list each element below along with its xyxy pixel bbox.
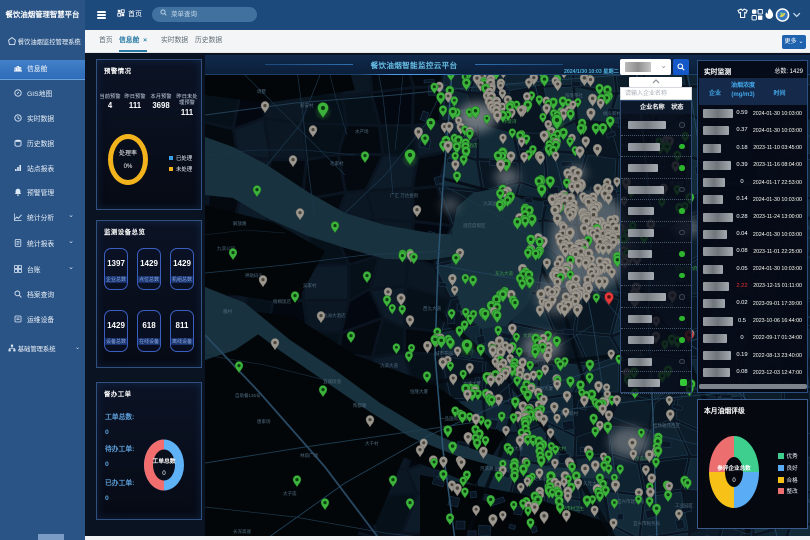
svg-text:西氿大道: 西氿大道 bbox=[423, 305, 441, 312]
svg-text:吴家村: 吴家村 bbox=[303, 282, 317, 289]
svg-text:周墅: 周墅 bbox=[257, 88, 266, 95]
svg-text:桂林雅苑西区: 桂林雅苑西区 bbox=[653, 422, 680, 429]
svg-text:林荫广场: 林荫广场 bbox=[300, 452, 318, 459]
svg-text:工单总数: 工单总数 bbox=[152, 457, 175, 465]
svg-text:桃头新村: 桃头新村 bbox=[603, 110, 621, 117]
svg-text:0: 0 bbox=[162, 470, 166, 477]
svg-text:粮村: 粮村 bbox=[223, 308, 232, 315]
svg-text:自助餐135号: 自助餐135号 bbox=[235, 392, 261, 399]
svg-text:城市花园: 城市花园 bbox=[435, 350, 453, 357]
svg-text:氿洲大酒店: 氿洲大酒店 bbox=[323, 312, 346, 319]
svg-text:大千村: 大千村 bbox=[365, 440, 379, 447]
svg-text:宜城街道: 宜城街道 bbox=[323, 378, 341, 385]
svg-text:长深高速: 长深高速 bbox=[233, 528, 251, 535]
svg-text:陶都路: 陶都路 bbox=[353, 402, 367, 409]
svg-text:解放路: 解放路 bbox=[233, 220, 247, 227]
svg-text:氿滨大道: 氿滨大道 bbox=[380, 362, 398, 369]
svg-text:广汇 万达金街: 广汇 万达金街 bbox=[390, 192, 419, 199]
svg-text:恒隆大厦: 恒隆大厦 bbox=[410, 388, 428, 395]
svg-text:工业园区: 工业园区 bbox=[675, 502, 693, 509]
svg-text:毛家村: 毛家村 bbox=[330, 160, 344, 166]
svg-text:阳羡茶社: 阳羡茶社 bbox=[565, 92, 583, 99]
svg-text:唐家场: 唐家场 bbox=[257, 418, 271, 425]
svg-text:水产场: 水产场 bbox=[355, 128, 369, 135]
svg-text:东氿大道: 东氿大道 bbox=[495, 270, 513, 277]
svg-text:宜兴市税务局: 宜兴市税务局 bbox=[633, 520, 660, 527]
svg-text:酒店度假区: 酒店度假区 bbox=[463, 222, 486, 229]
svg-text:太子庙: 太子庙 bbox=[283, 490, 297, 497]
svg-text:梧桐饭店: 梧桐饭店 bbox=[273, 298, 291, 305]
svg-text:参评企业总数: 参评企业总数 bbox=[716, 464, 751, 472]
svg-text:新安村: 新安村 bbox=[300, 102, 314, 109]
